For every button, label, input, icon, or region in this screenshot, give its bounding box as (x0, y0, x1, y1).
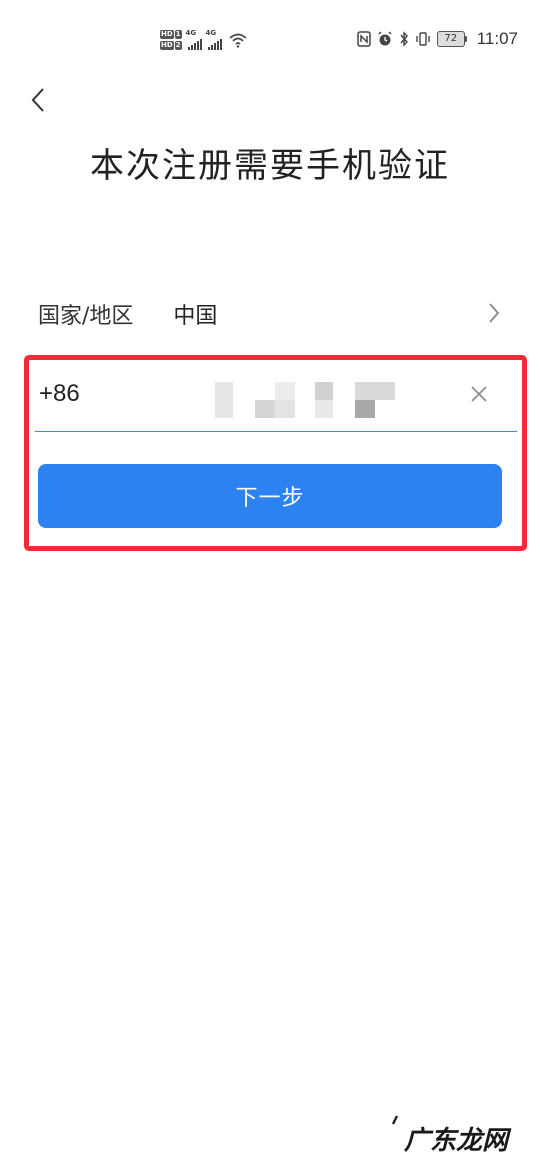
sim2-hd-badge: HD 2 (160, 41, 182, 50)
sim2-number: 2 (174, 41, 182, 50)
sim1-hd-label: HD (160, 30, 174, 39)
vibrate-icon (416, 32, 430, 46)
alarm-icon (378, 31, 392, 46)
sim1-number: 1 (174, 30, 182, 39)
watermark: 广东龙网 (391, 1115, 509, 1157)
nfc-icon (356, 31, 371, 47)
status-left: HD 1 HD 2 4G 4G (160, 26, 248, 54)
country-region-value: 中国 (173, 304, 218, 329)
battery-level: 72 (436, 31, 465, 47)
sim2-hd-label: HD (160, 41, 174, 50)
status-right: 72 11:07 (356, 29, 518, 49)
highlight-frame (24, 355, 527, 551)
battery-icon: 72 (436, 31, 467, 47)
signal-sim2-icon: 4G (205, 28, 222, 50)
country-region-selector[interactable]: 国家/地区 中国 (38, 292, 504, 336)
status-bar: HD 1 HD 2 4G 4G 72 11:07 (0, 0, 540, 78)
chevron-right-icon (489, 303, 500, 323)
country-region-label: 国家/地区 (38, 304, 134, 329)
page-title: 本次注册需要手机验证 (90, 146, 450, 186)
sim1-network-label: 4G (185, 28, 197, 37)
signal-sim1-icon: 4G (185, 28, 202, 50)
wifi-icon (228, 33, 247, 48)
bluetooth-icon (400, 31, 408, 47)
watermark-dot-icon (391, 1115, 399, 1125)
back-chevron-icon[interactable] (26, 84, 54, 116)
clock-time: 11:07 (476, 29, 518, 48)
hd-stack: HD 1 HD 2 (160, 30, 182, 50)
sim2-network-label: 4G (205, 28, 217, 37)
sim1-hd-badge: HD 1 (160, 30, 182, 39)
watermark-text: 广东龙网 (404, 1126, 509, 1156)
